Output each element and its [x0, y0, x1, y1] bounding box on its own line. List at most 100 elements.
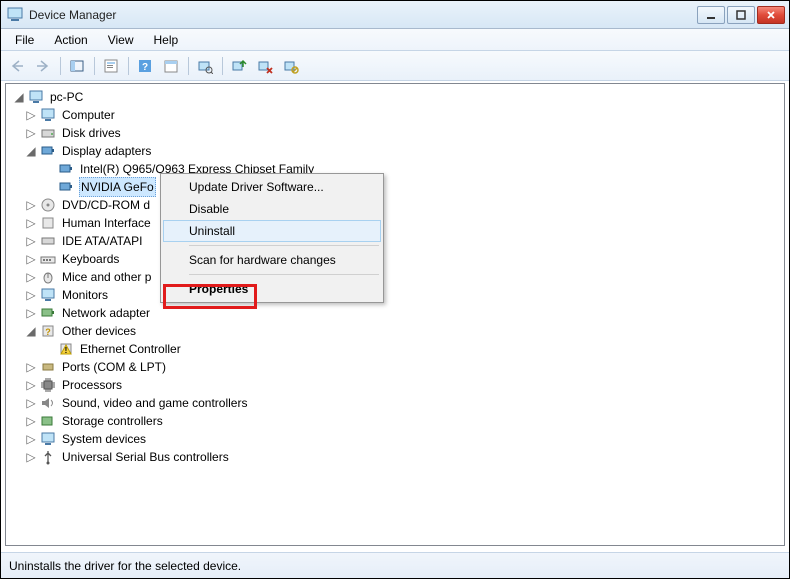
tree-sound[interactable]: ▷ Sound, video and game controllers — [8, 394, 782, 412]
dvd-icon — [40, 197, 56, 213]
expand-icon[interactable]: ▷ — [24, 360, 38, 374]
tree-display-intel[interactable]: ▷ Intel(R) Q965/Q963 Express Chipset Fam… — [8, 160, 782, 178]
tree-storage[interactable]: ▷ Storage controllers — [8, 412, 782, 430]
menu-help[interactable]: Help — [144, 31, 189, 49]
forward-button[interactable] — [31, 55, 55, 77]
disk-icon — [40, 125, 56, 141]
expand-icon[interactable]: ▷ — [24, 306, 38, 320]
tree-display-adapters[interactable]: ◢ Display adapters — [8, 142, 782, 160]
help-button[interactable]: ? — [133, 55, 157, 77]
scan-hardware-button[interactable] — [193, 55, 217, 77]
tree-ethernet-controller[interactable]: ▷ ! Ethernet Controller — [8, 340, 782, 358]
expand-icon[interactable]: ▷ — [24, 432, 38, 446]
tree-label: NVIDIA GeFo — [79, 177, 156, 197]
tree-monitors[interactable]: ▷ Monitors — [8, 286, 782, 304]
system-icon — [40, 431, 56, 447]
status-bar: Uninstalls the driver for the selected d… — [1, 552, 789, 578]
expand-icon[interactable]: ▷ — [24, 414, 38, 428]
processor-icon — [40, 377, 56, 393]
expand-icon[interactable]: ▷ — [24, 252, 38, 266]
tree-mice[interactable]: ▷ Mice and other p — [8, 268, 782, 286]
ctx-update-driver[interactable]: Update Driver Software... — [163, 176, 381, 198]
tree-keyboards[interactable]: ▷ Keyboards — [8, 250, 782, 268]
tree-ide[interactable]: ▷ IDE ATA/ATAPI — [8, 232, 782, 250]
expand-icon[interactable]: ▷ — [24, 270, 38, 284]
tree-ports[interactable]: ▷ Ports (COM & LPT) — [8, 358, 782, 376]
tree-other-devices[interactable]: ◢ ? Other devices — [8, 322, 782, 340]
computer-icon — [40, 107, 56, 123]
minimize-button[interactable] — [697, 6, 725, 24]
expand-icon[interactable]: ▷ — [24, 108, 38, 122]
tree-system-devices[interactable]: ▷ System devices — [8, 430, 782, 448]
expand-icon[interactable]: ▷ — [24, 126, 38, 140]
collapse-icon[interactable]: ◢ — [24, 324, 38, 338]
uninstall-button[interactable] — [253, 55, 277, 77]
expand-icon[interactable]: ▷ — [24, 216, 38, 230]
disable-button[interactable] — [279, 55, 303, 77]
back-button[interactable] — [5, 55, 29, 77]
toolbar-separator — [185, 55, 191, 77]
expand-icon[interactable]: ▷ — [24, 198, 38, 212]
tree-root[interactable]: ◢ pc-PC — [8, 88, 782, 106]
device-tree: ◢ pc-PC ▷ Computer ▷ Disk drives ◢ Displ… — [6, 84, 784, 470]
tree-label: Display adapters — [60, 142, 153, 160]
toolbar-separator — [125, 55, 131, 77]
window-title: Device Manager — [29, 8, 697, 22]
tree-label: Mice and other p — [60, 268, 153, 286]
warning-device-icon: ! — [58, 341, 74, 357]
svg-text:!: ! — [65, 346, 68, 355]
tree-label: pc-PC — [48, 88, 85, 106]
expand-icon[interactable]: ▷ — [24, 450, 38, 464]
tree-label: IDE ATA/ATAPI — [60, 232, 144, 250]
sound-icon — [40, 395, 56, 411]
monitor-icon — [40, 287, 56, 303]
ctx-disable[interactable]: Disable — [163, 198, 381, 220]
expand-icon[interactable]: ▷ — [24, 396, 38, 410]
show-hide-tree-button[interactable] — [65, 55, 89, 77]
display-adapter-icon — [58, 161, 74, 177]
hid-icon — [40, 215, 56, 231]
properties-button[interactable] — [99, 55, 123, 77]
calendar-icon[interactable] — [159, 55, 183, 77]
other-devices-icon: ? — [40, 323, 56, 339]
tree-hid[interactable]: ▷ Human Interface — [8, 214, 782, 232]
display-adapter-icon — [40, 143, 56, 159]
app-icon — [7, 7, 23, 23]
context-menu: Update Driver Software... Disable Uninst… — [160, 173, 384, 303]
collapse-icon[interactable]: ◢ — [24, 144, 38, 158]
tree-label: Storage controllers — [60, 412, 165, 430]
expand-icon[interactable]: ▷ — [24, 378, 38, 392]
ctx-properties[interactable]: Properties — [163, 278, 381, 300]
tree-usb[interactable]: ▷ Universal Serial Bus controllers — [8, 448, 782, 466]
tree-label: Other devices — [60, 322, 138, 340]
toolbar-separator — [91, 55, 97, 77]
ide-icon — [40, 233, 56, 249]
tree-label: Keyboards — [60, 250, 121, 268]
ctx-uninstall[interactable]: Uninstall — [163, 220, 381, 242]
menu-file[interactable]: File — [5, 31, 44, 49]
expand-icon[interactable]: ▷ — [24, 234, 38, 248]
tree-computer[interactable]: ▷ Computer — [8, 106, 782, 124]
menu-bar: File Action View Help — [1, 29, 789, 51]
maximize-button[interactable] — [727, 6, 755, 24]
tree-label: Universal Serial Bus controllers — [60, 448, 231, 466]
tree-network[interactable]: ▷ Network adapter — [8, 304, 782, 322]
tree-processors[interactable]: ▷ Processors — [8, 376, 782, 394]
device-tree-panel[interactable]: ◢ pc-PC ▷ Computer ▷ Disk drives ◢ Displ… — [5, 83, 785, 546]
tree-disk-drives[interactable]: ▷ Disk drives — [8, 124, 782, 142]
tree-label: Sound, video and game controllers — [60, 394, 249, 412]
tree-label: Disk drives — [60, 124, 123, 142]
tree-display-nvidia[interactable]: ▷ NVIDIA GeFo — [8, 178, 782, 196]
menu-action[interactable]: Action — [44, 31, 97, 49]
tree-label: Ethernet Controller — [78, 340, 183, 358]
tree-label: System devices — [60, 430, 148, 448]
toolbar: ? — [1, 51, 789, 81]
close-button[interactable] — [757, 6, 785, 24]
update-driver-button[interactable] — [227, 55, 251, 77]
expand-icon[interactable]: ▷ — [24, 288, 38, 302]
collapse-icon[interactable]: ◢ — [12, 90, 26, 104]
ctx-scan-hardware[interactable]: Scan for hardware changes — [163, 249, 381, 271]
keyboard-icon — [40, 251, 56, 267]
menu-view[interactable]: View — [98, 31, 144, 49]
tree-dvd[interactable]: ▷ DVD/CD-ROM d — [8, 196, 782, 214]
